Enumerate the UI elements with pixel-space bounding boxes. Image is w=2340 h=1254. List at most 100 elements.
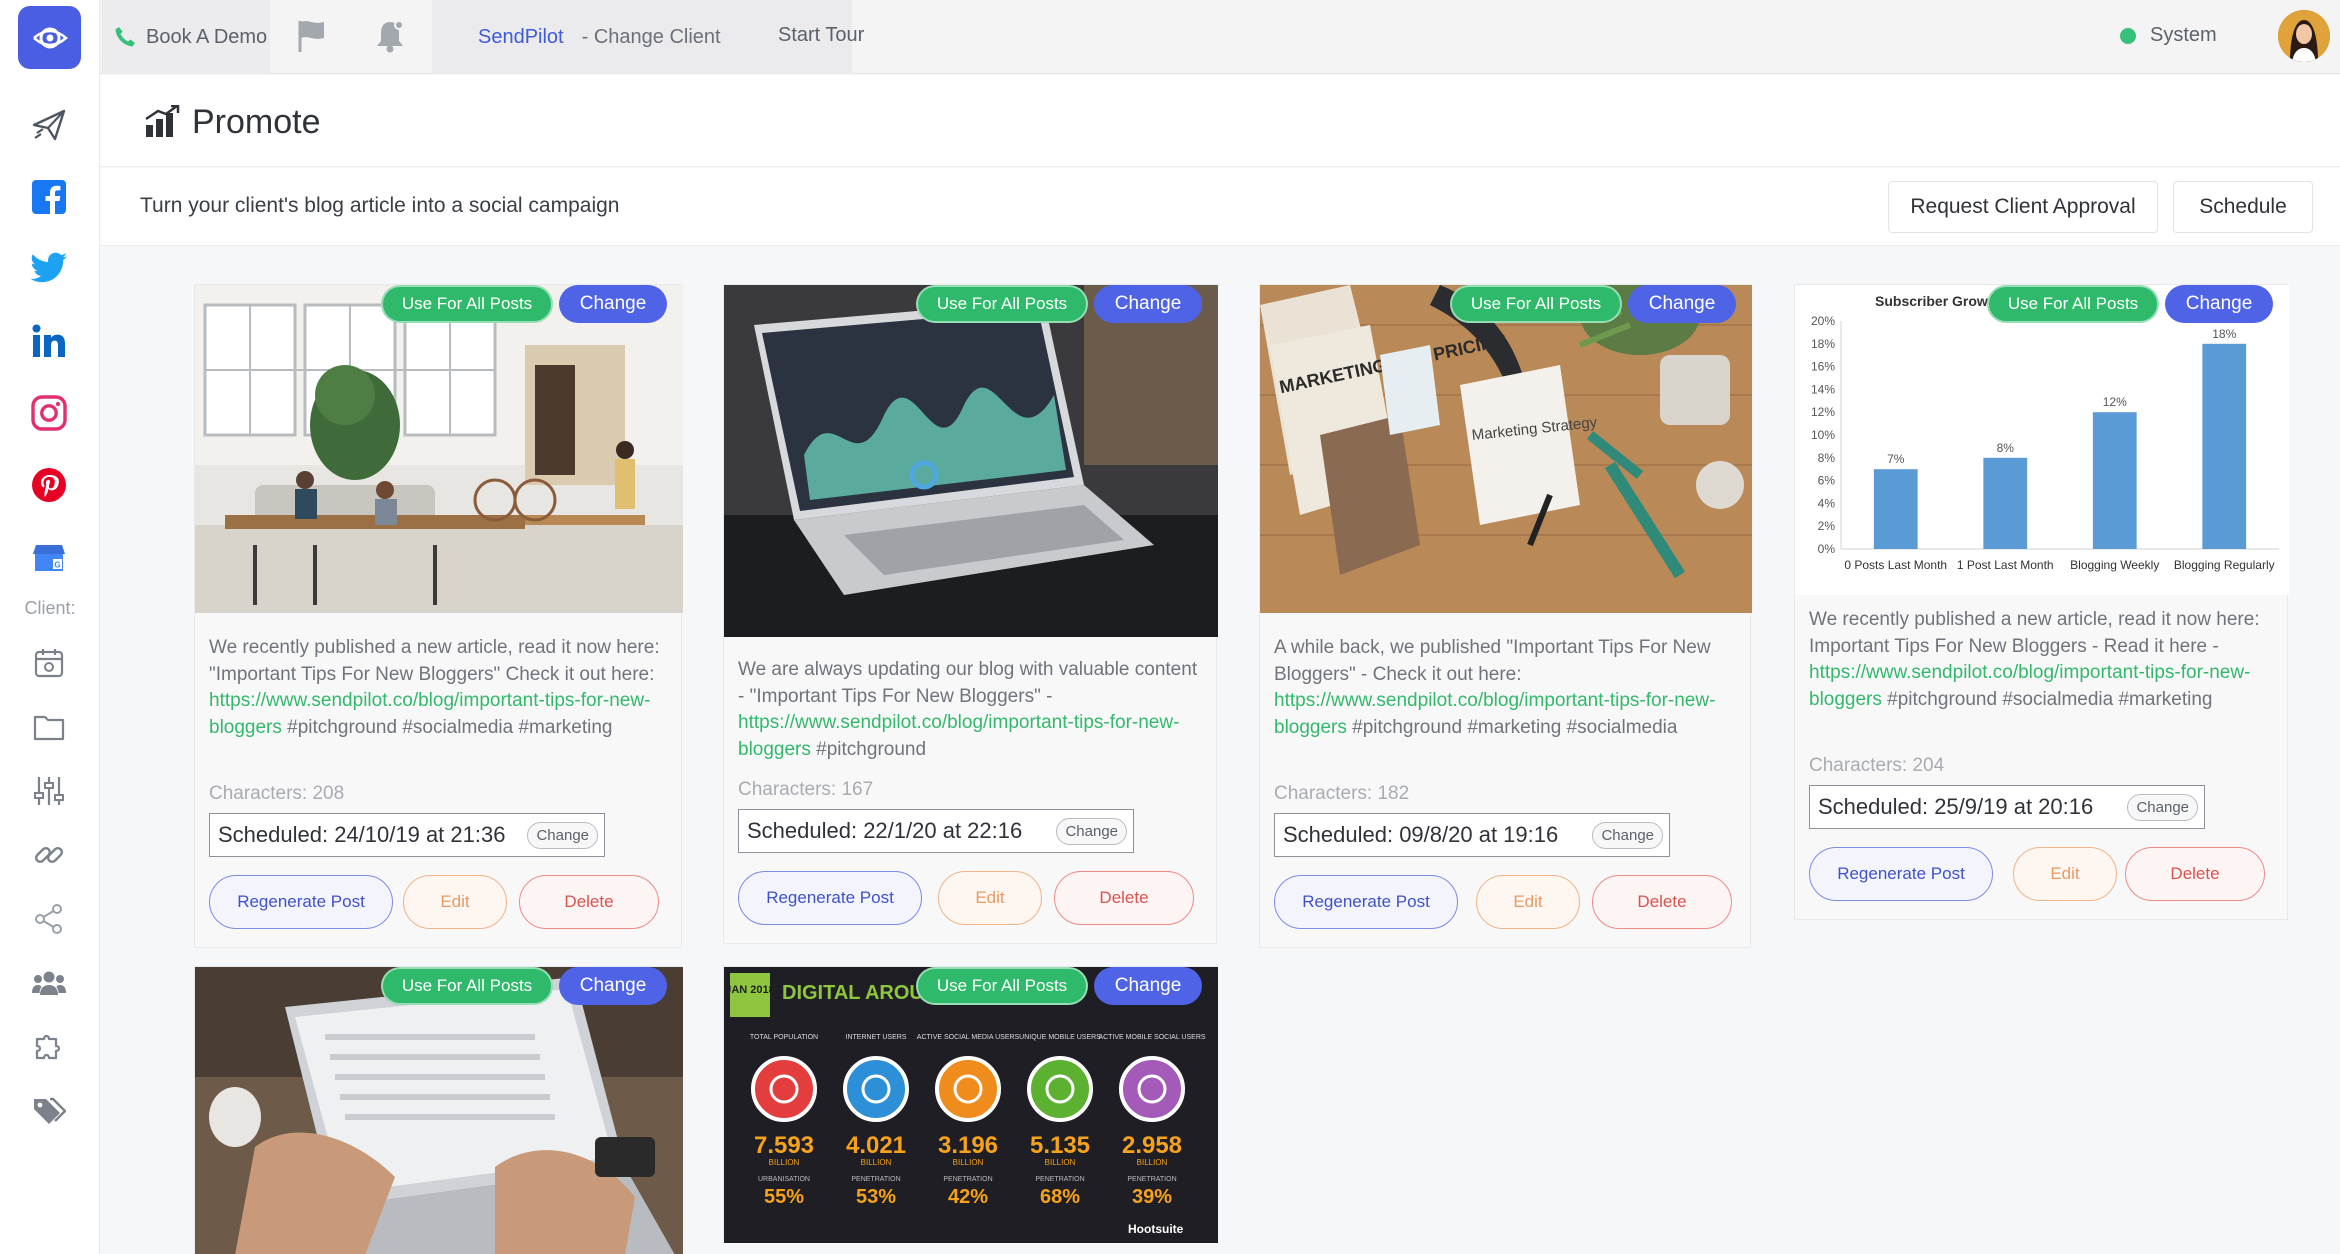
calendar-icon[interactable] bbox=[26, 640, 72, 686]
post-hashtags: #pitchground #marketing #socialmedia bbox=[1352, 716, 1678, 738]
stat-label: ACTIVE MOBILE SOCIAL USERS bbox=[1098, 1034, 1205, 1041]
post-card: JAN 2018 DIGITAL AROUND TOTAL POPULATION… bbox=[723, 966, 1218, 1243]
post-text[interactable]: We recently published a new article, rea… bbox=[209, 635, 669, 741]
users-icon[interactable] bbox=[26, 960, 72, 1006]
start-tour-link[interactable]: Start Tour bbox=[778, 24, 864, 47]
client-name[interactable]: SendPilot bbox=[478, 26, 564, 49]
facebook-icon[interactable] bbox=[26, 174, 72, 220]
use-for-all-posts-button[interactable]: Use For All Posts bbox=[1450, 285, 1622, 323]
sliders-icon[interactable] bbox=[26, 768, 72, 814]
post-image[interactable]: MARKETING AND PRICING Marketing Strategy bbox=[1260, 285, 1752, 613]
schedule-change-button[interactable]: Change bbox=[1592, 822, 1663, 849]
puzzle-icon[interactable] bbox=[26, 1024, 72, 1070]
system-status[interactable]: System bbox=[2120, 24, 2217, 47]
post-text-body: We are always updating our blog with val… bbox=[738, 659, 1198, 707]
link-icon[interactable] bbox=[26, 832, 72, 878]
post-image[interactable] bbox=[724, 285, 1218, 637]
request-approval-button[interactable]: Request Client Approval bbox=[1888, 181, 2158, 233]
y-tick-label: 16% bbox=[1811, 360, 1835, 374]
digital-around-infographic: JAN 2018 DIGITAL AROUND TOTAL POPULATION… bbox=[724, 967, 1218, 1243]
schedule-change-button[interactable]: Change bbox=[2127, 794, 2198, 821]
change-image-button[interactable]: Change bbox=[2165, 285, 2273, 323]
stat-percent: 55% bbox=[764, 1186, 804, 1208]
schedule-text: Scheduled: 25/9/19 at 20:16 bbox=[1818, 794, 2094, 819]
stat-unit: BILLION bbox=[953, 1158, 984, 1167]
instagram-icon[interactable] bbox=[26, 390, 72, 436]
avatar[interactable] bbox=[2278, 10, 2330, 62]
schedule-field[interactable]: Scheduled: 09/8/20 at 19:16 Change bbox=[1274, 813, 1670, 857]
delete-button[interactable]: Delete bbox=[519, 875, 659, 929]
folder-icon[interactable] bbox=[26, 704, 72, 750]
y-tick-label: 10% bbox=[1811, 428, 1835, 442]
post-hashtags: #pitchground #socialmedia #marketing bbox=[287, 716, 613, 738]
post-image[interactable] bbox=[195, 285, 683, 613]
book-demo-button[interactable]: Book A Demo bbox=[102, 0, 270, 74]
change-client-link[interactable]: - Change Client bbox=[582, 26, 721, 49]
regenerate-post-button[interactable]: Regenerate Post bbox=[1274, 875, 1458, 929]
use-for-all-posts-button[interactable]: Use For All Posts bbox=[916, 285, 1088, 323]
schedule-change-button[interactable]: Change bbox=[527, 822, 598, 849]
change-image-button[interactable]: Change bbox=[1094, 967, 1202, 1005]
post-card: Subscriber Grow 0% 2% 4% 6% 8% 10% 12% 14% 16% 18… bbox=[1794, 284, 2289, 920]
flag-icon[interactable] bbox=[292, 16, 332, 56]
stat-unit: BILLION bbox=[1137, 1158, 1168, 1167]
schedule-change-button[interactable]: Change bbox=[1056, 818, 1127, 845]
tags-icon[interactable] bbox=[26, 1088, 72, 1134]
regenerate-post-button[interactable]: Regenerate Post bbox=[1809, 847, 1993, 901]
twitter-icon[interactable] bbox=[26, 246, 72, 292]
delete-button[interactable]: Delete bbox=[1054, 871, 1194, 925]
schedule-field[interactable]: Scheduled: 22/1/20 at 22:16 Change bbox=[738, 809, 1134, 853]
regenerate-post-button[interactable]: Regenerate Post bbox=[738, 871, 922, 925]
paper-plane-icon[interactable] bbox=[26, 102, 72, 148]
stat-unit: BILLION bbox=[769, 1158, 800, 1167]
use-for-all-posts-button[interactable]: Use For All Posts bbox=[381, 967, 553, 1005]
bar-value-label: 7% bbox=[1887, 452, 1905, 466]
delete-button[interactable]: Delete bbox=[1592, 875, 1732, 929]
stat-value: 4.021 bbox=[846, 1132, 906, 1159]
linkedin-icon[interactable] bbox=[26, 318, 72, 364]
post-image[interactable] bbox=[195, 967, 683, 1254]
post-text[interactable]: We are always updating our blog with val… bbox=[738, 657, 1198, 763]
edit-button[interactable]: Edit bbox=[1476, 875, 1580, 929]
edit-button[interactable]: Edit bbox=[2013, 847, 2117, 901]
stat-percent: 42% bbox=[948, 1186, 988, 1208]
app-logo[interactable] bbox=[18, 6, 81, 69]
post-text[interactable]: We recently published a new article, rea… bbox=[1809, 607, 2269, 713]
pinterest-icon[interactable] bbox=[26, 462, 72, 508]
use-for-all-posts-button[interactable]: Use For All Posts bbox=[916, 967, 1088, 1005]
post-image[interactable]: JAN 2018 DIGITAL AROUND TOTAL POPULATION… bbox=[724, 967, 1218, 1243]
use-for-all-posts-button[interactable]: Use For All Posts bbox=[381, 285, 553, 323]
stat-circle bbox=[935, 1056, 1001, 1122]
change-image-button[interactable]: Change bbox=[559, 967, 667, 1005]
y-tick-label: 12% bbox=[1811, 405, 1835, 419]
share-icon[interactable] bbox=[26, 896, 72, 942]
action-bar: Turn your client's blog article into a s… bbox=[100, 168, 2340, 246]
regenerate-post-button[interactable]: Regenerate Post bbox=[209, 875, 393, 929]
logo-icon bbox=[32, 27, 68, 48]
change-image-button[interactable]: Change bbox=[1094, 285, 1202, 323]
post-text-body: A while back, we published "Important Ti… bbox=[1274, 637, 1711, 685]
chart-growth-icon bbox=[145, 105, 180, 137]
change-image-button[interactable]: Change bbox=[559, 285, 667, 323]
chart-bar bbox=[1983, 457, 2028, 549]
schedule-field[interactable]: Scheduled: 24/10/19 at 21:36 Change bbox=[209, 813, 605, 857]
post-card: Use For All Posts Change We are always u… bbox=[723, 284, 1218, 944]
post-image[interactable]: Subscriber Grow 0% 2% 4% 6% 8% 10% 12% 14% 16% 18… bbox=[1795, 285, 2289, 595]
change-image-button[interactable]: Change bbox=[1628, 285, 1736, 323]
google-my-business-icon[interactable]: G bbox=[26, 534, 72, 580]
post-link[interactable]: https://www.sendpilot.co/blog/important-… bbox=[738, 712, 1179, 760]
stat-percent: 39% bbox=[1132, 1186, 1172, 1208]
edit-button[interactable]: Edit bbox=[403, 875, 507, 929]
character-count: Characters: 182 bbox=[1274, 783, 1410, 804]
stat-label: INTERNET USERS bbox=[846, 1034, 907, 1041]
edit-button[interactable]: Edit bbox=[938, 871, 1042, 925]
schedule-field[interactable]: Scheduled: 25/9/19 at 20:16 Change bbox=[1809, 785, 2205, 829]
use-for-all-posts-button[interactable]: Use For All Posts bbox=[1987, 285, 2159, 323]
y-tick-label: 4% bbox=[1818, 496, 1836, 510]
bar-value-label: 12% bbox=[2103, 395, 2127, 409]
schedule-button[interactable]: Schedule bbox=[2173, 181, 2313, 233]
delete-button[interactable]: Delete bbox=[2125, 847, 2265, 901]
post-card: Use For All Posts Change We recently pub… bbox=[194, 284, 683, 948]
bell-icon[interactable] bbox=[370, 16, 410, 56]
post-text[interactable]: A while back, we published "Important Ti… bbox=[1274, 635, 1734, 741]
